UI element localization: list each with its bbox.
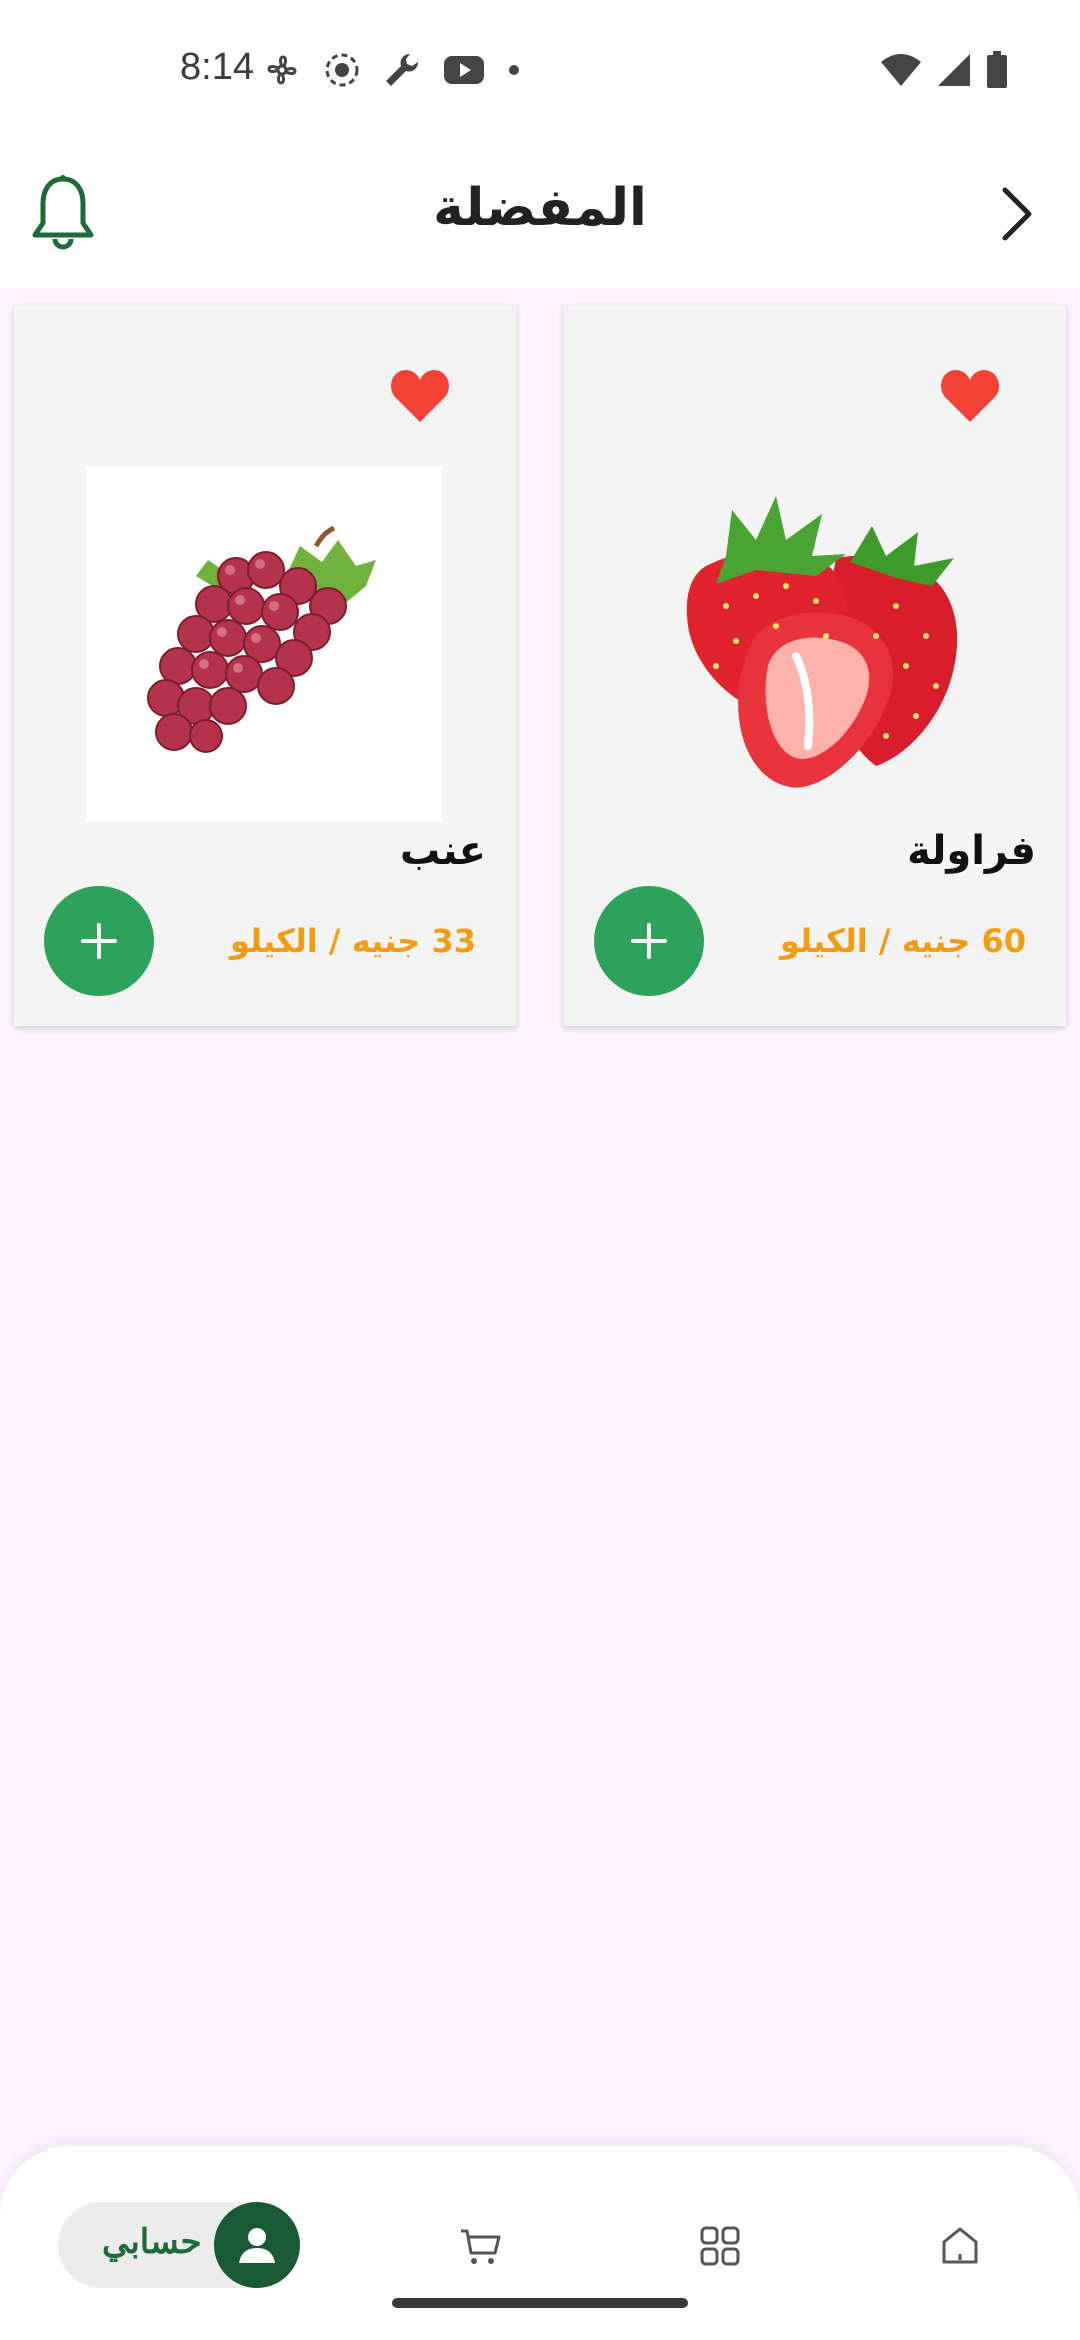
- product-price: 33 جنيه / الكيلو: [229, 922, 476, 960]
- add-to-cart-button[interactable]: [594, 886, 704, 996]
- favorite-heart-icon[interactable]: [940, 368, 1000, 424]
- product-card[interactable]: عنب 33 جنيه / الكيلو: [14, 306, 516, 1026]
- signal-icon: [938, 54, 970, 86]
- categories-icon: [700, 2226, 740, 2266]
- product-card[interactable]: فراولة 60 جنيه / الكيلو: [564, 306, 1066, 1026]
- fan-icon: [267, 55, 297, 85]
- record-icon: [325, 53, 359, 87]
- home-indicator[interactable]: [392, 2298, 688, 2308]
- app-header: المفضلة: [0, 142, 1080, 288]
- dot-icon: [509, 65, 519, 75]
- product-price: 60 جنيه / الكيلو: [779, 922, 1026, 960]
- nav-cart[interactable]: [450, 2216, 510, 2276]
- wrench-icon: [386, 53, 419, 86]
- grapes-image: [86, 466, 442, 822]
- cart-icon: [461, 2229, 501, 2264]
- wifi-icon: [881, 54, 921, 86]
- status-time: 8:14: [180, 46, 254, 88]
- nav-account-label: حسابي: [102, 2222, 202, 2262]
- strawberry-image: [686, 496, 958, 788]
- nav-account[interactable]: حسابي: [58, 2202, 300, 2288]
- product-name: عنب: [400, 828, 486, 874]
- status-bar: 8:14: [0, 0, 1080, 142]
- favorite-heart-icon[interactable]: [390, 368, 450, 424]
- account-icon: [214, 2202, 300, 2288]
- product-name: فراولة: [907, 828, 1036, 874]
- youtube-icon: [444, 56, 484, 84]
- chevron-right-icon: [1002, 187, 1032, 241]
- battery-icon: [987, 51, 1007, 88]
- nav-categories[interactable]: [690, 2216, 750, 2276]
- nav-home[interactable]: [930, 2216, 990, 2276]
- back-button[interactable]: [976, 174, 1056, 254]
- add-to-cart-button[interactable]: [44, 886, 154, 996]
- plus-icon: [81, 923, 117, 959]
- bottom-navigation: حسابي: [0, 2146, 1080, 2340]
- home-icon: [942, 2227, 978, 2264]
- page-title: المفضلة: [433, 178, 647, 238]
- plus-icon: [631, 923, 667, 959]
